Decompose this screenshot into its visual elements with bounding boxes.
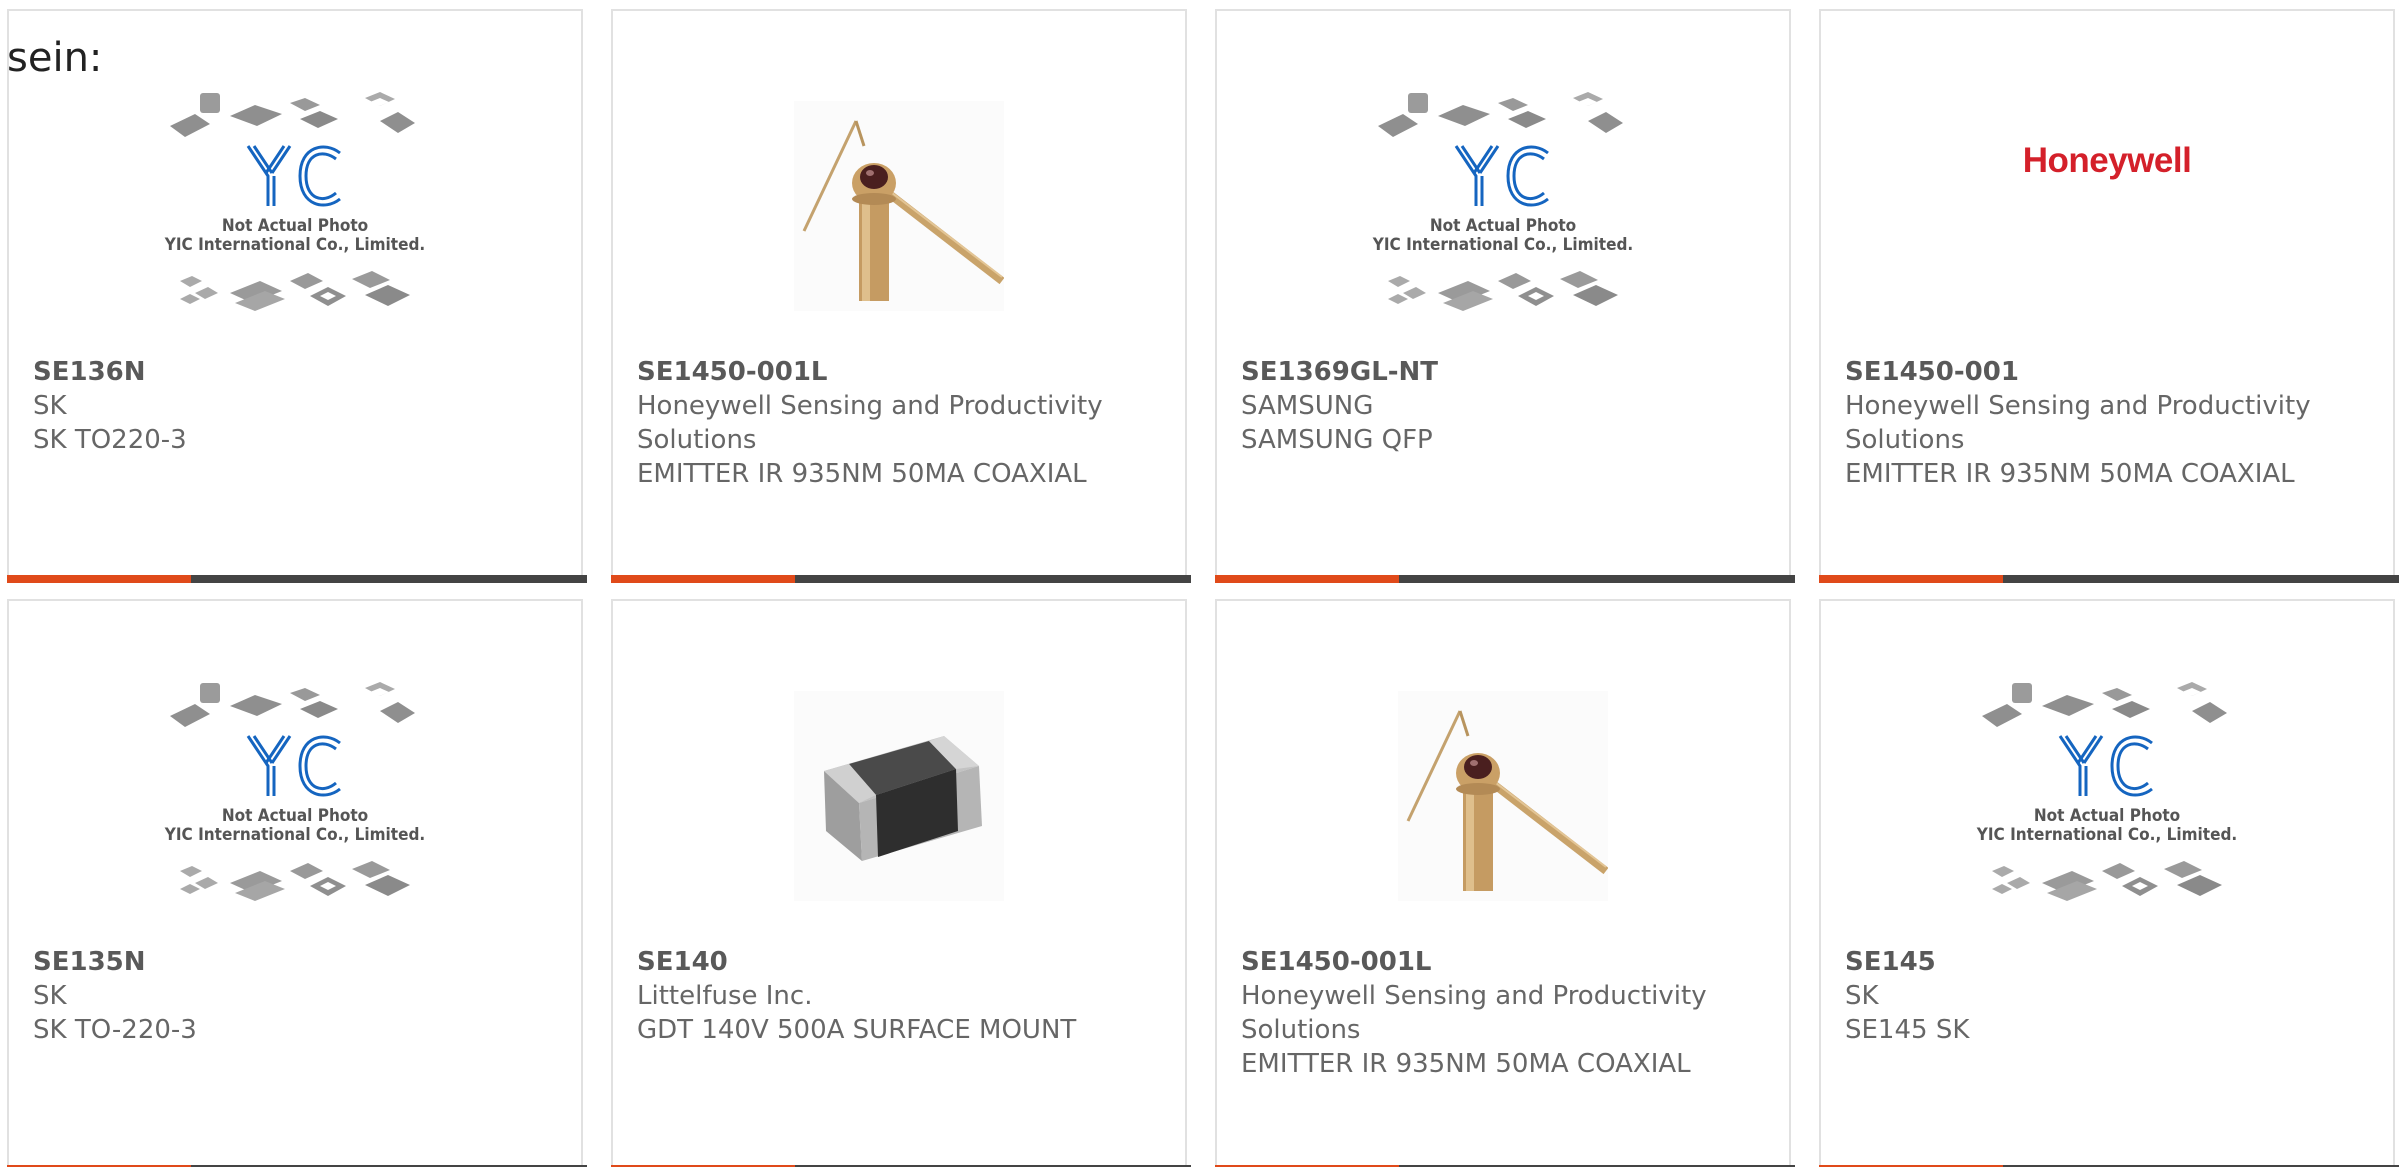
intro-text: sein:	[7, 35, 103, 81]
description-label: SAMSUNG QFP	[1241, 425, 1433, 455]
product-info: SE135N SK SK TO-220-3	[33, 945, 553, 1047]
description-label: GDT 140V 500A SURFACE MOUNT	[637, 1015, 1077, 1045]
svg-text:Not Actual Photo: Not Actual Photo	[1430, 216, 1576, 236]
product-card[interactable]: Honeywell SE1450-001 Honeywell Sensing and…	[1819, 9, 2399, 583]
product-card[interactable]: SE140 Littelfuse Inc. GDT 140V 500A SURFAC…	[611, 599, 1191, 1167]
honeywell-logo: Honeywell	[2022, 141, 2192, 180]
smd-gdt-image	[794, 691, 1004, 901]
product-grid-page: sein: Not Actual Photo YIC International…	[0, 0, 2400, 1167]
product-card[interactable]: SE1450-001L Honeywell Sensing and Product…	[1215, 599, 1795, 1167]
card-accent-bar	[7, 575, 191, 583]
product-info: SE136N SK SK TO220-3	[33, 355, 553, 457]
part-number-link[interactable]: SE1369GL-NT	[1241, 355, 1761, 389]
part-number-link[interactable]: SE140	[637, 945, 1157, 979]
product-info: SE1450-001L Honeywell Sensing and Product…	[1241, 945, 1761, 1081]
part-number-link[interactable]: SE135N	[33, 945, 553, 979]
yic-placeholder-image: Not Actual Photo YIC International Co., …	[1976, 682, 2237, 901]
product-info: SE145 SK SE145 SK	[1845, 945, 2365, 1047]
part-number-link[interactable]: SE1450-001	[1845, 355, 2365, 389]
product-image[interactable]	[764, 66, 1034, 346]
description-label: EMITTER IR 935NM 50MA COAXIAL	[1845, 459, 2295, 489]
product-image[interactable]	[764, 656, 1034, 936]
svg-text:YIC International Co., Limited: YIC International Co., Limited.	[1372, 235, 1633, 255]
card-bottom-bar	[611, 575, 1191, 583]
product-card[interactable]: Not Actual Photo YIC International Co., …	[1215, 9, 1795, 583]
product-image[interactable]: Not Actual Photo YIC International Co., …	[160, 66, 430, 346]
product-card[interactable]: Not Actual Photo YIC International Co., …	[1819, 599, 2399, 1167]
ir-emitter-image	[794, 101, 1004, 311]
description-label: EMITTER IR 935NM 50MA COAXIAL	[1241, 1049, 1691, 1079]
product-image[interactable]: Honeywell	[1972, 66, 2242, 346]
manufacturer-label: Honeywell Sensing and Productivity Solut…	[1845, 391, 2311, 455]
part-number-link[interactable]: SE1450-001L	[1241, 945, 1761, 979]
product-image[interactable]: Not Actual Photo YIC International Co., …	[1368, 66, 1638, 346]
card-bottom-bar	[7, 575, 587, 583]
description-label: SE145 SK	[1845, 1015, 1970, 1045]
product-image[interactable]: Not Actual Photo YIC International Co., …	[160, 656, 430, 936]
product-grid: Not Actual Photo YIC International Co., …	[0, 0, 2400, 1167]
description-label: EMITTER IR 935NM 50MA COAXIAL	[637, 459, 1087, 489]
product-image[interactable]	[1368, 656, 1638, 936]
product-info: SE1450-001L Honeywell Sensing and Product…	[637, 355, 1157, 491]
product-card[interactable]: Not Actual Photo YIC International Co., …	[7, 9, 587, 583]
yic-placeholder-image: Not Actual Photo YIC International Co., …	[164, 682, 425, 901]
manufacturer-label: Honeywell Sensing and Productivity Solut…	[1241, 981, 1707, 1045]
description-label: SK TO-220-3	[33, 1015, 197, 1045]
card-bottom-bar	[1215, 575, 1795, 583]
manufacturer-label: SK	[33, 391, 67, 421]
svg-text:YIC International Co., Limited: YIC International Co., Limited.	[1976, 825, 2237, 845]
svg-text:Not Actual Photo: Not Actual Photo	[222, 806, 368, 826]
product-card[interactable]: Not Actual Photo YIC International Co., …	[7, 599, 587, 1167]
product-info: SE1450-001 Honeywell Sensing and Producti…	[1845, 355, 2365, 491]
manufacturer-label: Honeywell Sensing and Productivity Solut…	[637, 391, 1103, 455]
card-accent-bar	[1215, 575, 1399, 583]
product-image[interactable]: Not Actual Photo YIC International Co., …	[1972, 656, 2242, 936]
card-accent-bar	[611, 575, 795, 583]
card-bottom-bar	[1819, 575, 2399, 583]
part-number-link[interactable]: SE136N	[33, 355, 553, 389]
yic-placeholder-image: Not Actual Photo YIC International Co., …	[164, 92, 425, 311]
manufacturer-label: Littelfuse Inc.	[637, 981, 813, 1011]
manufacturer-label: SK	[1845, 981, 1879, 1011]
manufacturer-label: SAMSUNG	[1241, 391, 1374, 421]
card-accent-bar	[1819, 575, 2003, 583]
svg-text:Not Actual Photo: Not Actual Photo	[2034, 806, 2180, 826]
svg-text:Not Actual Photo: Not Actual Photo	[222, 216, 368, 236]
part-number-link[interactable]: SE145	[1845, 945, 2365, 979]
svg-text:YIC International Co., Limited: YIC International Co., Limited.	[164, 235, 425, 255]
product-info: SE1369GL-NT SAMSUNG SAMSUNG QFP	[1241, 355, 1761, 457]
svg-text:YIC International Co., Limited: YIC International Co., Limited.	[164, 825, 425, 845]
description-label: SK TO220-3	[33, 425, 187, 455]
ir-emitter-image	[1398, 691, 1608, 901]
product-info: SE140 Littelfuse Inc. GDT 140V 500A SURFAC…	[637, 945, 1157, 1047]
part-number-link[interactable]: SE1450-001L	[637, 355, 1157, 389]
product-card[interactable]: SE1450-001L Honeywell Sensing and Product…	[611, 9, 1191, 583]
manufacturer-label: SK	[33, 981, 67, 1011]
yic-placeholder-image: Not Actual Photo YIC International Co., …	[1372, 92, 1633, 311]
